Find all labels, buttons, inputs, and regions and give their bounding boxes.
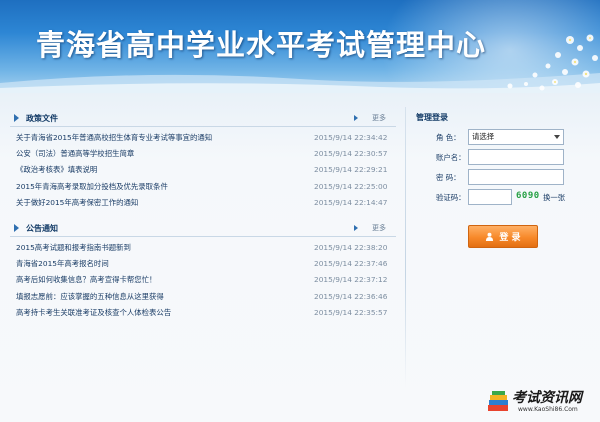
notice-section-header: 公告通知 更多	[10, 221, 396, 237]
list-item-date: 2015/9/14 22:36:46	[314, 291, 388, 301]
policy-list: 关于青海省2015年普通高校招生体育专业考试等事宜的通知 2015/9/14 22…	[10, 127, 396, 211]
list-item-title[interactable]: 高考后如何收集信息？高考宣得卡帮您忙！	[16, 272, 156, 288]
captcha-label: 验证码：	[436, 193, 466, 202]
list-item-date: 2015/9/14 22:25:00	[314, 181, 388, 191]
section-arrow-icon	[14, 114, 19, 122]
list-item-date: 2015/9/14 22:34:42	[314, 133, 388, 142]
list-item[interactable]: 关于做好2015年高考保密工作的通知 2015/9/14 22:14:47	[16, 195, 396, 211]
more-arrow-icon	[354, 224, 358, 231]
more-arrow-icon	[354, 115, 358, 121]
site-title: 青海省高中学业水平考试管理中心	[36, 28, 487, 62]
list-item-title[interactable]: 2015高考试题和报考指南书题新到	[16, 240, 131, 256]
account-row: 账户名：	[416, 147, 596, 167]
list-item-title[interactable]: 填报志愿前：应该掌握的五种信息从这里获得	[16, 289, 164, 305]
list-item[interactable]: 2015年青海高考录取加分投档及优先录取条件 2015/9/14 22:25:00	[16, 179, 396, 195]
list-item[interactable]: 关于青海省2015年普通高校招生体育专业考试等事宜的通知 2015/9/14 22…	[16, 130, 396, 146]
list-item[interactable]: 高考持卡考生关联准考证及核查个人体检表公告 2015/9/14 22:35:57	[16, 305, 396, 321]
role-select[interactable]: 请选择	[468, 129, 564, 145]
notice-list: 2015高考试题和报考指南书题新到 2015/9/14 22:38:20 青海省2…	[10, 237, 396, 321]
password-label: 密 码：	[436, 173, 461, 182]
list-item-date: 2015/9/14 22:35:57	[314, 307, 388, 317]
list-item-date: 2015/9/14 22:14:47	[314, 197, 388, 207]
books-icon	[488, 391, 508, 411]
list-item[interactable]: 公安（司法）普通高等学校招生简章 2015/9/14 22:30:57	[16, 146, 396, 162]
policy-section-title: 政策文件	[26, 114, 58, 123]
role-label: 角 色：	[436, 133, 461, 142]
notice-more-link[interactable]: 更多	[372, 223, 386, 233]
news-column: 政策文件 更多 关于青海省2015年普通高校招生体育专业考试等事宜的通知 2015…	[10, 111, 396, 321]
captcha-row: 验证码： 6090 换一张	[416, 187, 596, 207]
site-logo: 考试资讯网 www.KaoShi86.Com	[486, 385, 598, 419]
list-item-date: 2015/9/14 22:37:46	[314, 259, 388, 269]
role-row: 角 色： 请选择	[416, 127, 596, 147]
user-icon	[486, 232, 494, 241]
login-title: 管理登录	[416, 113, 448, 122]
column-divider	[405, 107, 406, 387]
policy-section-header: 政策文件 更多	[10, 111, 396, 127]
password-row: 密 码：	[416, 167, 596, 187]
list-item-title[interactable]: 公安（司法）普通高等学校招生简章	[16, 146, 134, 162]
login-panel: 管理登录 角 色： 请选择 账户名： 密 码： 验证码： 6090 换一张	[416, 111, 596, 207]
captcha-image[interactable]: 6090	[516, 191, 540, 201]
list-item-title[interactable]: 《政治考核表》填表说明	[16, 162, 97, 178]
list-item[interactable]: 2015高考试题和报考指南书题新到 2015/9/14 22:38:20	[16, 240, 396, 256]
captcha-refresh-link[interactable]: 换一张	[543, 192, 565, 203]
list-item[interactable]: 青海省2015年高考报名时间 2015/9/14 22:37:46	[16, 256, 396, 272]
list-item-date: 2015/9/14 22:38:20	[314, 242, 388, 252]
logo-name: 考试资讯网	[512, 390, 582, 406]
list-item[interactable]: 高考后如何收集信息？高考宣得卡帮您忙！ 2015/9/14 22:37:12	[16, 272, 396, 288]
password-input[interactable]	[468, 169, 564, 185]
list-item-title[interactable]: 关于做好2015年高考保密工作的通知	[16, 195, 138, 211]
list-item-title[interactable]: 关于青海省2015年普通高校招生体育专业考试等事宜的通知	[16, 130, 212, 146]
chevron-down-icon	[554, 135, 560, 139]
captcha-input[interactable]	[468, 189, 512, 205]
list-item-date: 2015/9/14 22:29:21	[314, 165, 388, 175]
main-content: 政策文件 更多 关于青海省2015年普通高校招生体育专业考试等事宜的通知 2015…	[0, 93, 600, 422]
login-button-label: 登 录	[499, 233, 521, 243]
login-button[interactable]: 登 录	[468, 225, 538, 248]
list-item-title[interactable]: 青海省2015年高考报名时间	[16, 256, 109, 272]
list-item-date: 2015/9/14 22:30:57	[314, 149, 388, 159]
list-item-date: 2015/9/14 22:37:12	[314, 275, 388, 285]
header-banner: 青海省高中学业水平考试管理中心	[0, 0, 600, 93]
list-item[interactable]: 填报志愿前：应该掌握的五种信息从这里获得 2015/9/14 22:36:46	[16, 289, 396, 305]
logo-url: www.KaoShi86.Com	[518, 406, 578, 413]
account-label: 账户名：	[436, 153, 466, 162]
list-item-title[interactable]: 高考持卡考生关联准考证及核查个人体检表公告	[16, 305, 171, 321]
list-item-title[interactable]: 2015年青海高考录取加分投档及优先录取条件	[16, 179, 168, 195]
policy-more-link[interactable]: 更多	[372, 113, 386, 123]
account-input[interactable]	[468, 149, 564, 165]
section-arrow-icon	[14, 223, 19, 232]
role-selected-value: 请选择	[472, 132, 495, 141]
list-item[interactable]: 《政治考核表》填表说明 2015/9/14 22:29:21	[16, 162, 396, 178]
notice-section-title: 公告通知	[26, 223, 58, 233]
